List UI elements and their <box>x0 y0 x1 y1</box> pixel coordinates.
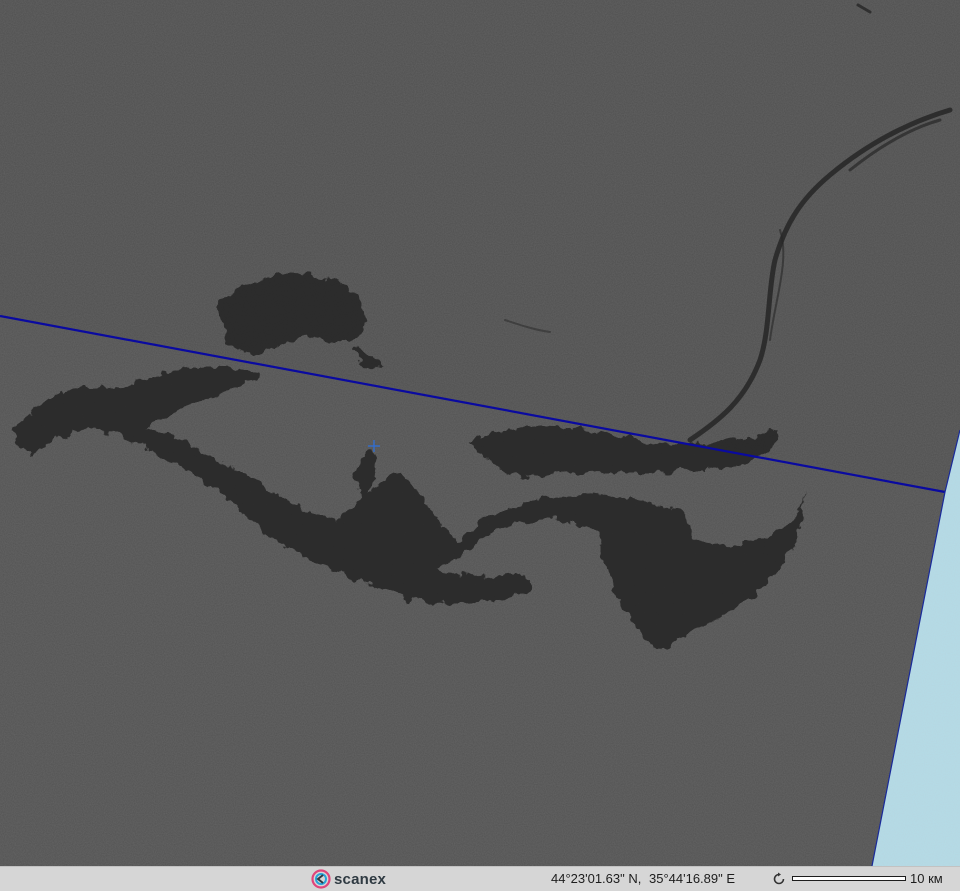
scale-label: 10 км <box>910 871 943 886</box>
cursor-coordinates: 44°23'01.63" N, 35°44'16.89" E <box>551 871 735 886</box>
scale-bar <box>792 876 906 881</box>
sar-image[interactable] <box>0 0 960 866</box>
longitude-value: 35°44'16.89" E <box>648 871 736 886</box>
scale-control: 10 км <box>792 871 952 887</box>
map-viewer[interactable]: scanex 44°23'01.63" N, 35°44'16.89" E 10… <box>0 0 960 891</box>
status-bar: scanex 44°23'01.63" N, 35°44'16.89" E 10… <box>0 866 960 891</box>
logo-text: scanex <box>334 870 387 888</box>
scanex-logo-icon <box>311 869 331 889</box>
latitude-value: 44°23'01.63" N, <box>551 871 642 886</box>
refresh-icon[interactable] <box>772 872 786 886</box>
scanex-logo: scanex <box>311 869 386 889</box>
